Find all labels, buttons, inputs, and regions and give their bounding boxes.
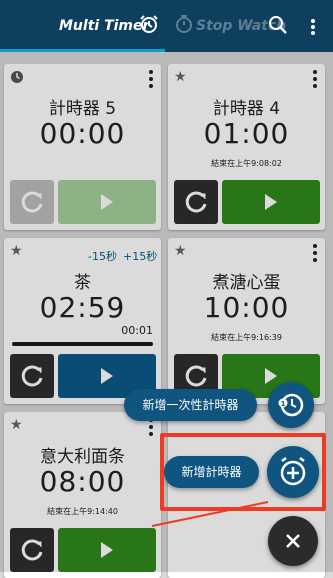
annotation-arrow [151, 501, 269, 527]
tab-multi-timer[interactable]: Multi Timer [59, 18, 149, 34]
alarm-clock-icon [139, 14, 159, 38]
add-one-time-timer-label[interactable]: 新增一次性計時器 [124, 389, 257, 421]
svg-text:1: 1 [281, 400, 286, 408]
history-add-icon: 1 [278, 393, 304, 417]
more-options-icon[interactable] [311, 19, 315, 39]
close-fab-button[interactable] [268, 516, 318, 566]
add-one-time-timer-button[interactable]: 1 [268, 382, 314, 428]
close-icon [286, 534, 300, 548]
stopwatch-icon [174, 14, 194, 38]
search-icon[interactable] [268, 15, 288, 39]
app-header: Multi Timer Stop Watch [0, 0, 333, 52]
